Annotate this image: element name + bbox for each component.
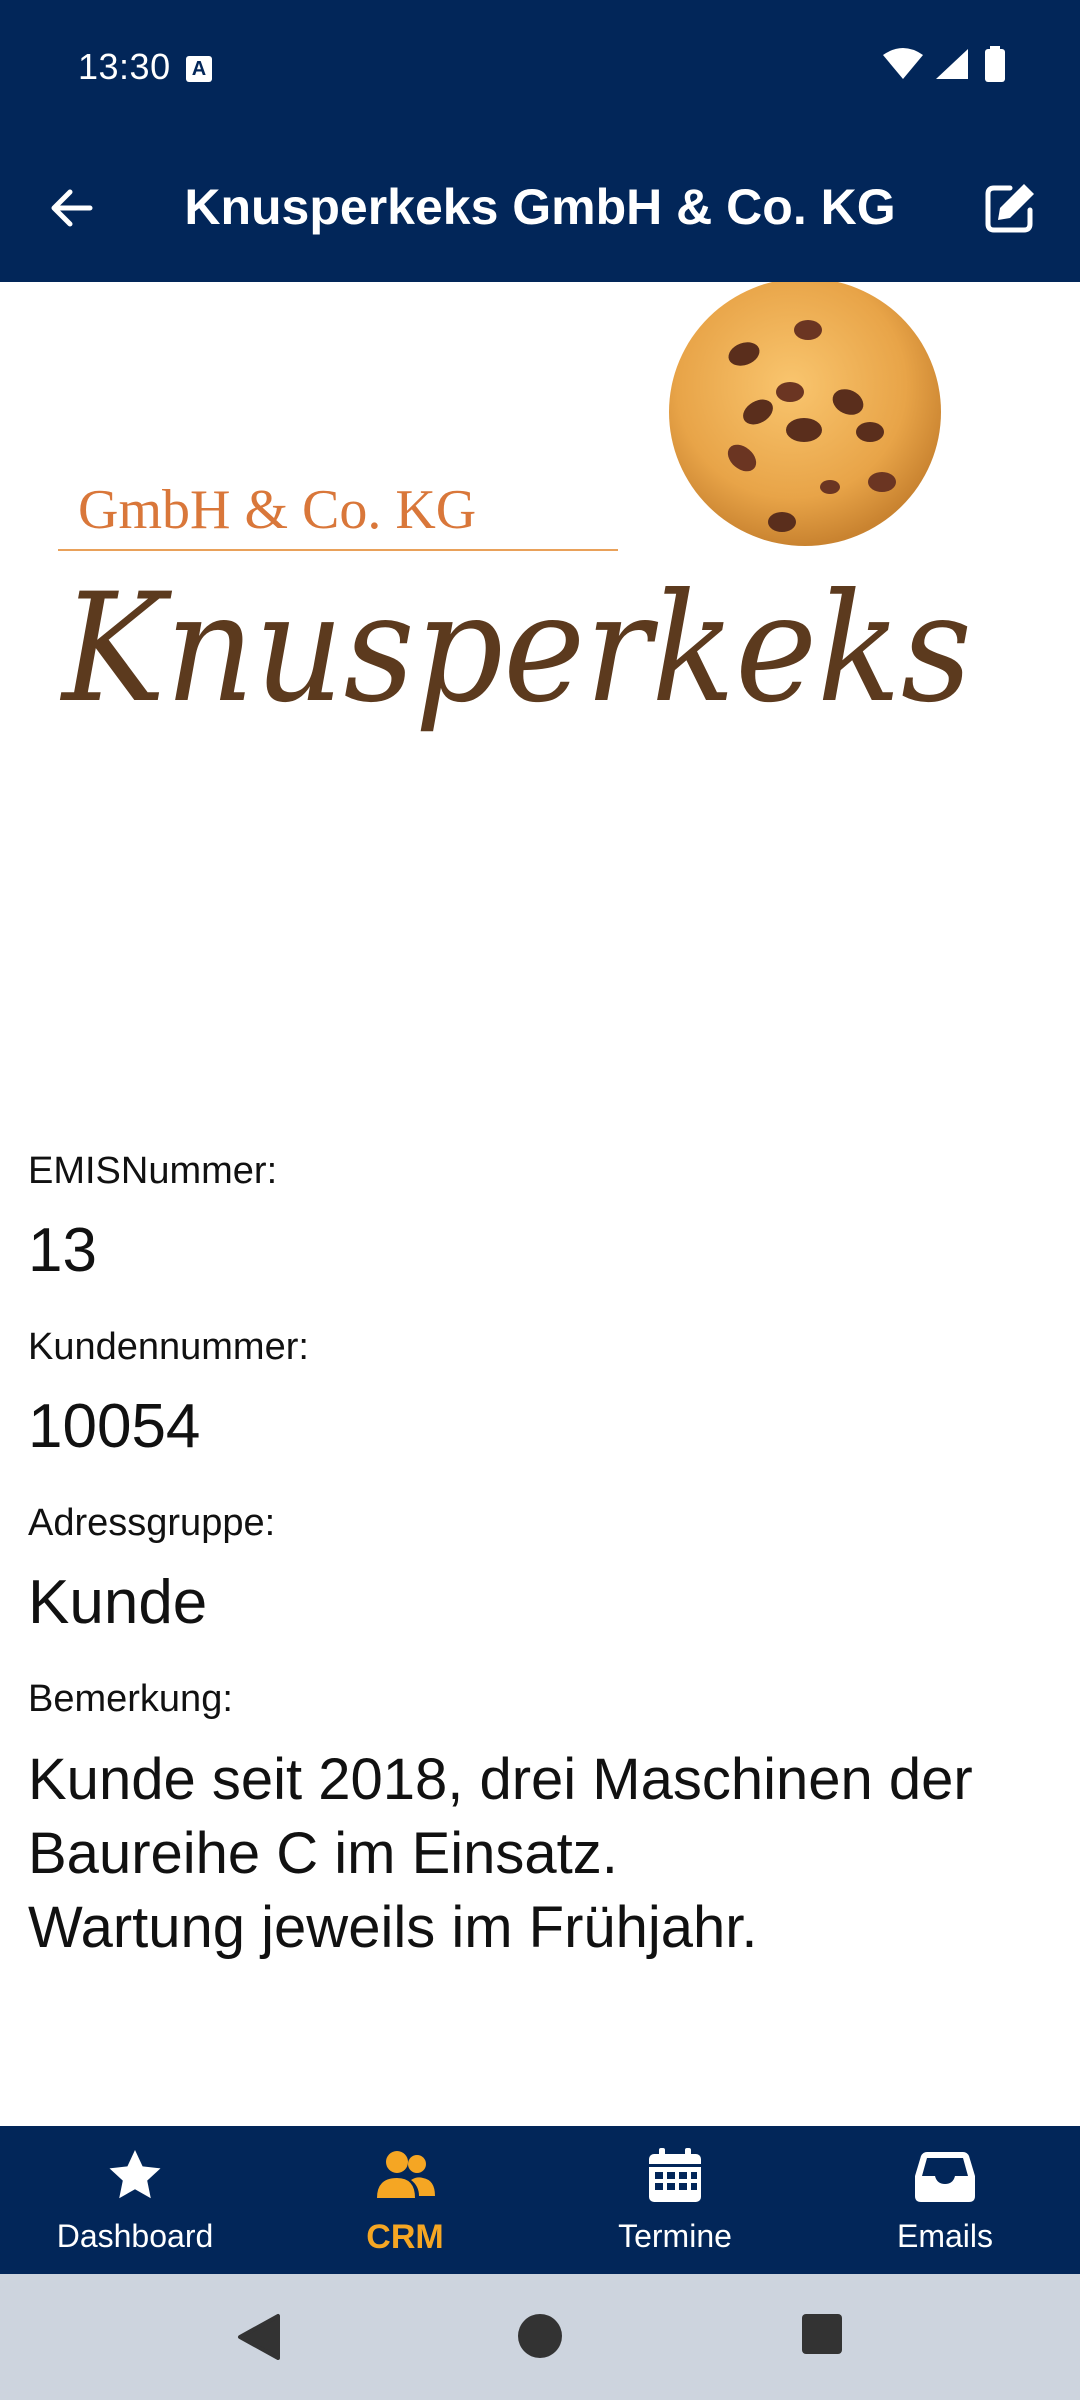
adressgruppe-value: Kunde — [28, 1568, 208, 1637]
users-icon — [377, 2151, 435, 2198]
status-bar: 13:30 A — [0, 0, 1080, 136]
nav-termine[interactable]: Termine — [540, 2126, 810, 2274]
nav-crm-label: CRM — [366, 2218, 444, 2256]
company-logo: GmbH & Co. KG Knusperkeks — [58, 282, 972, 736]
inbox-icon — [915, 2152, 975, 2202]
customer-details: EMISNummer: 13 Kundennummer: 10054 Adres… — [28, 1150, 1058, 2005]
page-title: Knusperkeks GmbH & Co. KG — [184, 179, 896, 235]
edit-icon[interactable] — [978, 176, 1042, 240]
logo-tagline: GmbH & Co. KG — [78, 479, 476, 541]
nav-emails-label: Emails — [896, 2218, 993, 2254]
bemerkung-line: Baureihe C im Einsatz. — [28, 1821, 618, 1886]
wifi-icon — [883, 48, 924, 79]
bemerkung-line: Wartung jeweils im Frühjahr. — [28, 1895, 758, 1960]
bemerkung-value: Kunde seit 2018, drei Maschinen der Baur… — [28, 1743, 1058, 1965]
system-navigation-bar — [0, 2274, 1080, 2400]
status-time: 13:30 — [78, 46, 171, 87]
app-bar: Knusperkeks GmbH & Co. KG — [0, 136, 1080, 282]
nav-emails[interactable]: Emails — [810, 2126, 1080, 2274]
calendar-icon — [649, 2148, 701, 2202]
cookie-icon — [669, 282, 941, 546]
nav-dashboard[interactable]: Dashboard — [0, 2126, 270, 2274]
bemerkung-line: Kunde seit 2018, drei Maschinen der — [28, 1747, 973, 1812]
system-home-icon[interactable] — [516, 2312, 564, 2360]
nav-termine-label: Termine — [618, 2218, 732, 2254]
adressgruppe-label: Adressgruppe: — [28, 1502, 276, 1544]
kundennummer-label: Kundennummer: — [28, 1326, 309, 1368]
emis-value: 13 — [28, 1216, 97, 1285]
accessibility-badge-icon: A — [186, 56, 212, 82]
bottom-navigation: Dashboard CRM Termine Emails — [0, 2126, 1080, 2274]
star-icon — [109, 2150, 161, 2199]
back-arrow-icon[interactable] — [40, 176, 104, 240]
signal-icon — [935, 49, 968, 79]
logo-name: Knusperkeks — [59, 562, 972, 736]
emis-label: EMISNummer: — [28, 1150, 278, 1192]
nav-dashboard-label: Dashboard — [56, 2218, 214, 2254]
bemerkung-label: Bemerkung: — [28, 1678, 233, 1720]
system-recents-icon[interactable] — [800, 2312, 844, 2356]
status-icons — [883, 46, 1006, 86]
battery-icon — [985, 46, 1005, 82]
system-back-icon[interactable] — [236, 2312, 282, 2362]
app-screen: 13:30 A Knusperkeks GmbH & Co. KG GmbH &… — [0, 0, 1080, 2400]
nav-crm[interactable]: CRM — [270, 2126, 540, 2274]
kundennummer-value: 10054 — [28, 1392, 201, 1461]
